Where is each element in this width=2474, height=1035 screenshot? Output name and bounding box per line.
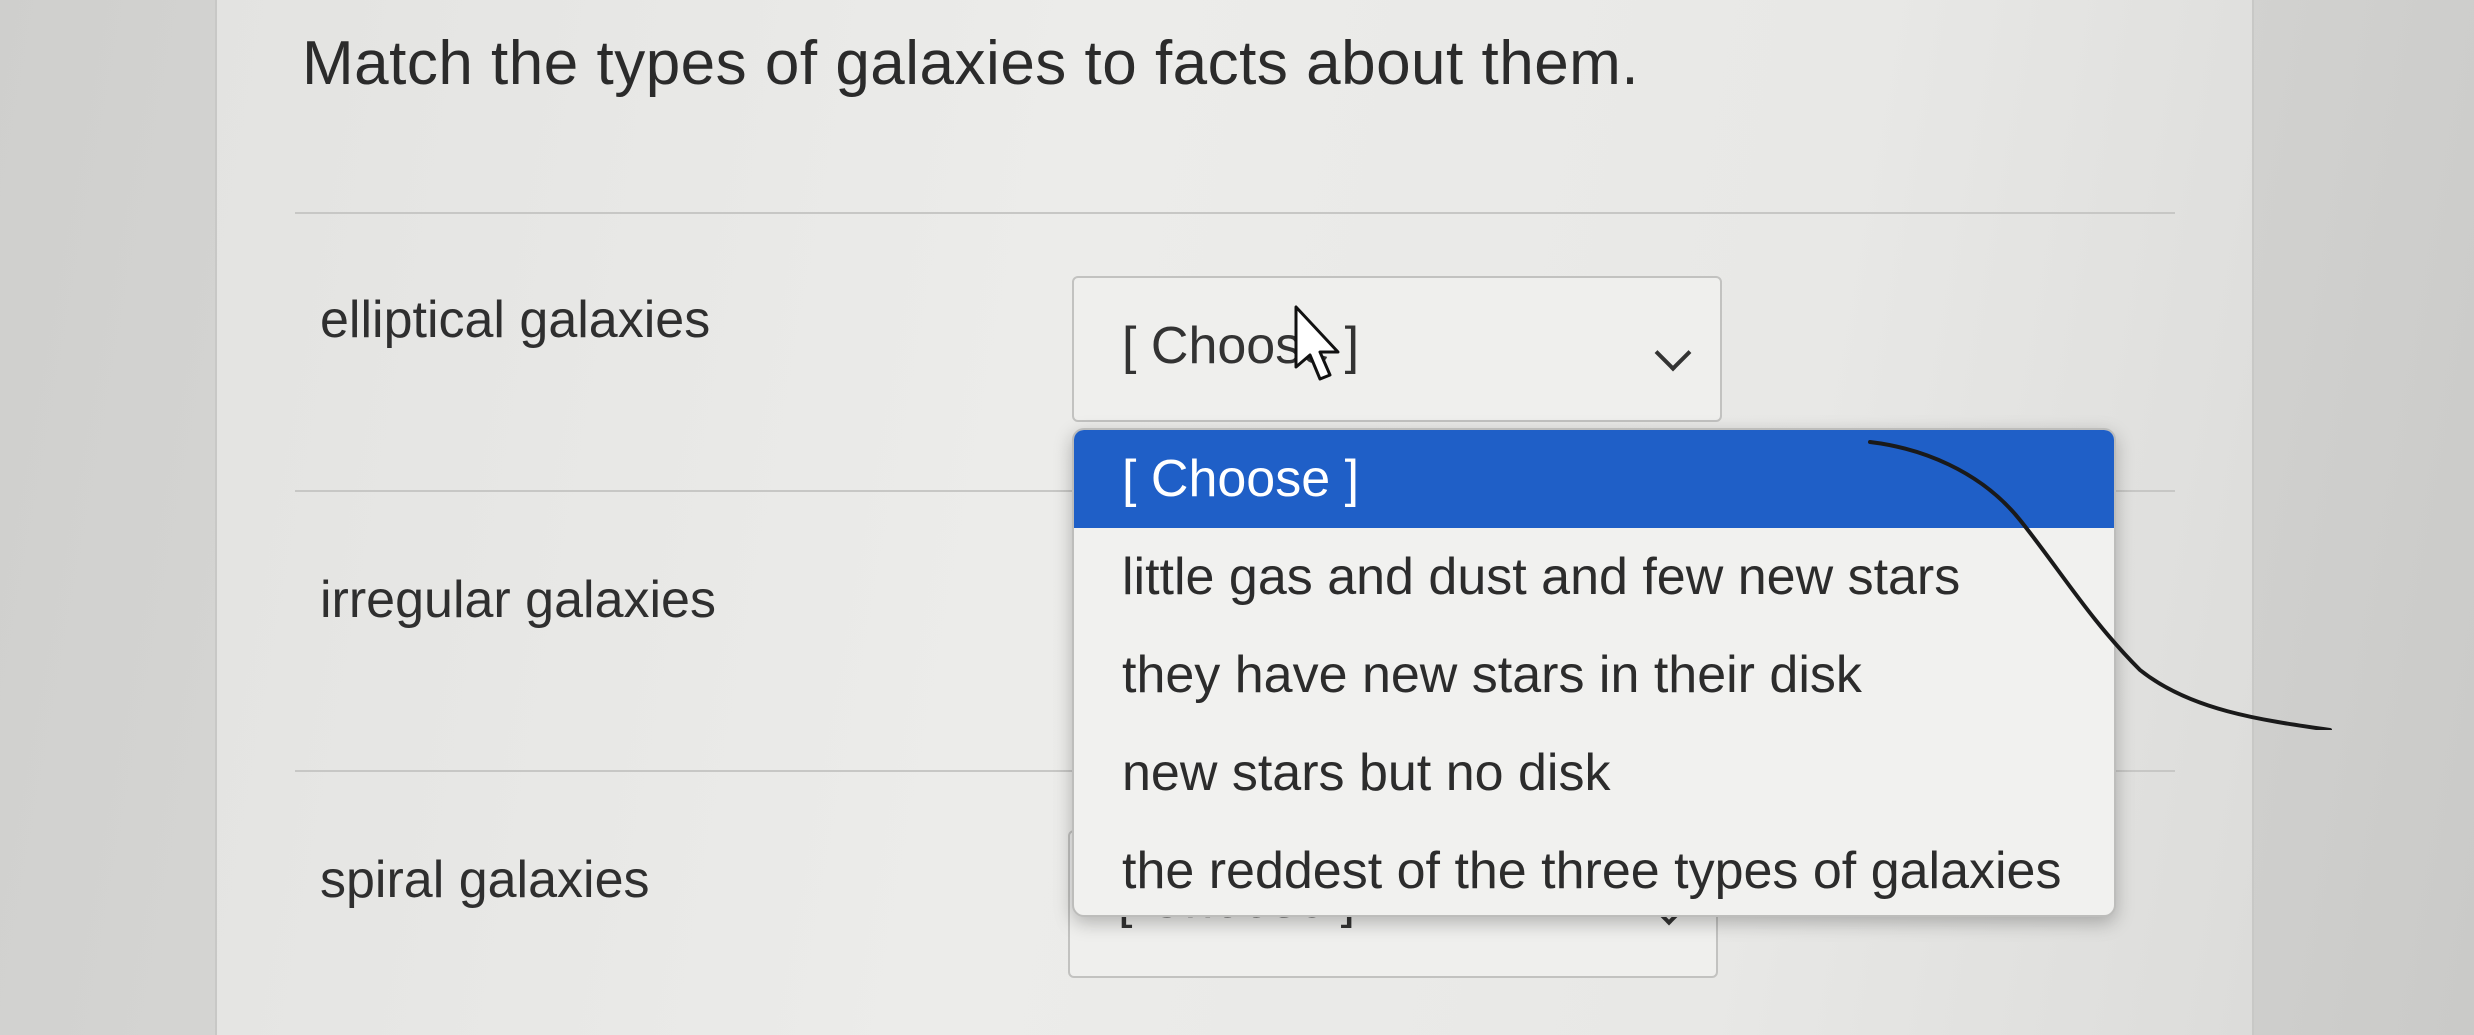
chevron-down-icon bbox=[1654, 334, 1692, 372]
dropdown-option[interactable]: the reddest of the three types of galaxi… bbox=[1074, 822, 2114, 915]
question-divider bbox=[295, 212, 2175, 214]
question-title: Match the types of galaxies to facts abo… bbox=[302, 29, 1640, 98]
dropdown-option[interactable]: new stars but no disk bbox=[1074, 724, 2114, 822]
pen-stroke-mark bbox=[1868, 440, 2332, 730]
row-label-spiral: spiral galaxies bbox=[320, 851, 650, 909]
row-label-elliptical: elliptical galaxies bbox=[320, 291, 711, 349]
answer-select-elliptical[interactable]: [ Choose ] bbox=[1072, 276, 1722, 422]
arrow-cursor-icon bbox=[1294, 305, 1340, 381]
row-label-irregular: irregular galaxies bbox=[320, 571, 716, 629]
